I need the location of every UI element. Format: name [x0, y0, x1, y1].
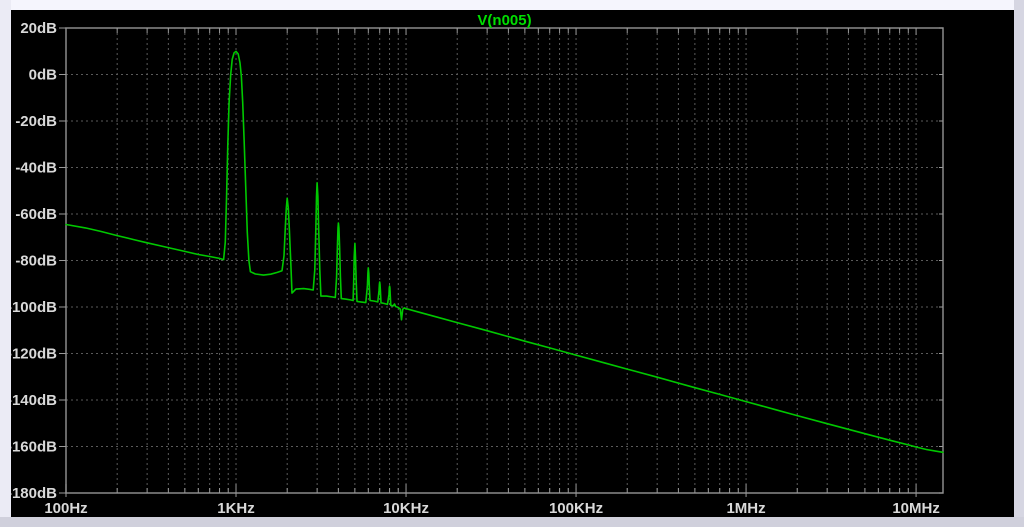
x-axis-label: 100Hz [44, 500, 87, 517]
y-axis-label: -80dB [15, 253, 57, 270]
x-axis-label: 100KHz [549, 500, 603, 517]
trace-V(n005) [66, 51, 943, 452]
y-axis-label: -140dB [11, 392, 57, 409]
x-axis-label: 10KHz [383, 500, 429, 517]
y-axis-label: -20dB [15, 113, 57, 130]
x-axis-label: 1MHz [726, 500, 765, 517]
trace-title: V(n005) [66, 12, 943, 29]
y-axis-label: -40dB [15, 160, 57, 177]
plot-canvas[interactable]: 20dB 0dB -20dB -40dB -60dB -80dB -100dB -120dB -… [11, 10, 1014, 517]
x-axis-label: 10MHz [892, 500, 940, 517]
window-frame-right [1014, 0, 1024, 527]
waveform-window: V(n005) 20dB 0dB -20dB -40dB -60dB -80dB -100d… [0, 0, 1024, 527]
y-axis-label: 20dB [20, 20, 57, 37]
y-axis-label: -160dB [11, 439, 57, 456]
window-frame-left [0, 0, 11, 527]
y-axis-label: -60dB [15, 206, 57, 223]
y-axis-label: 0dB [29, 67, 58, 84]
plot-panel: V(n005) 20dB 0dB -20dB -40dB -60dB -80dB -100d… [11, 10, 1014, 517]
window-frame-bottom [0, 517, 1024, 527]
x-axis-label: 1KHz [217, 500, 255, 517]
y-axis-label: -120dB [11, 346, 57, 363]
window-frame-top [0, 0, 1024, 10]
y-axis-label: -100dB [11, 299, 57, 316]
